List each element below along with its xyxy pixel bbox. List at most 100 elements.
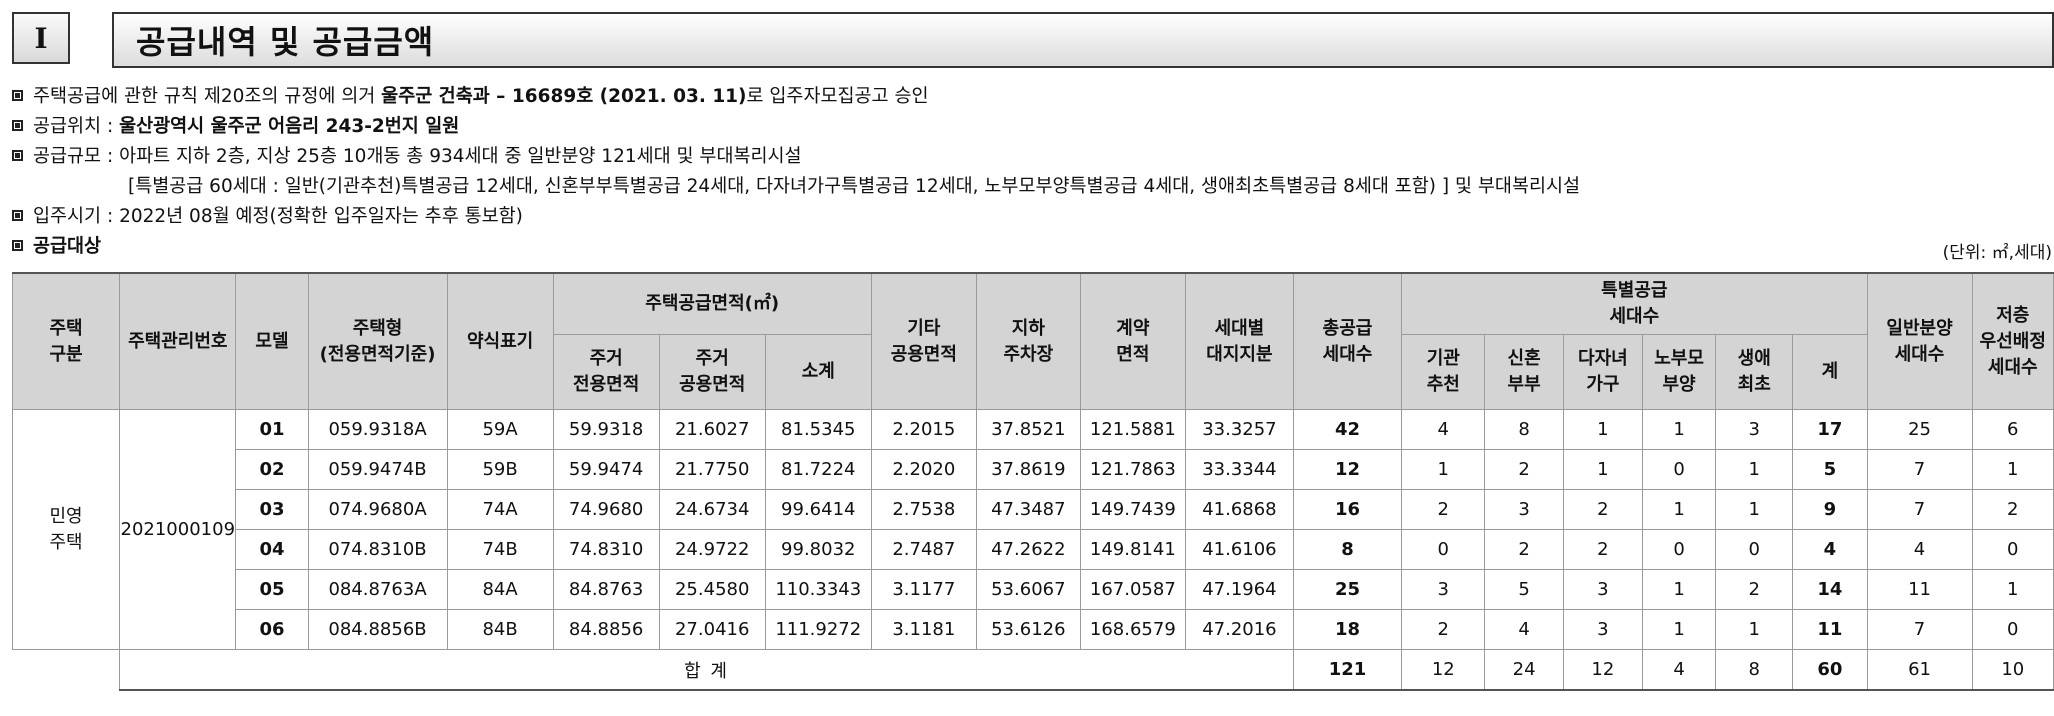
- cell-model: 01: [235, 409, 309, 450]
- total-special-sum: 60: [1792, 649, 1868, 691]
- cell-total-supply: 18: [1292, 609, 1403, 650]
- cell-housing-type: 074.9680A: [307, 489, 448, 530]
- total-general: 61: [1866, 649, 1973, 691]
- header-land-share: 세대별 대지지분: [1184, 272, 1294, 410]
- info-move-in: 입주시기 : 2022년 08월 예정(정확한 입주일자는 추후 통보함): [12, 206, 523, 228]
- cell-common: 25.4580: [658, 569, 766, 610]
- header-contract-area: 계약 면적: [1079, 272, 1186, 410]
- cell-general: 25: [1866, 409, 1973, 450]
- header-subtotal: 소계: [764, 334, 872, 410]
- header-total-supply: 총공급 세대수: [1292, 272, 1403, 410]
- cell-model: 05: [235, 569, 309, 610]
- cell-parking: 37.8619: [975, 449, 1081, 490]
- cell-exclusive: 74.8310: [552, 529, 660, 570]
- cell-multichild: 3: [1562, 569, 1644, 610]
- cell-subtotal: 81.5345: [764, 409, 872, 450]
- row-management-number: 2021000109: [119, 409, 237, 650]
- table-row: 민영 주택 2021000109 01 059.9318A 59A 59.931…: [11, 409, 2054, 650]
- cell-multichild: 2: [1562, 489, 1644, 530]
- total-first: 8: [1715, 649, 1794, 691]
- header-elderly: 노부모 부양: [1642, 334, 1717, 410]
- cell-exclusive: 59.9318: [552, 409, 660, 450]
- total-multichild: 12: [1562, 649, 1644, 691]
- header-underground-parking: 지하 주차장: [975, 272, 1081, 410]
- info-location: 공급위치 : 울산광역시 울주군 어음리 243-2번지 일원: [12, 116, 459, 138]
- total-elderly: 4: [1642, 649, 1717, 691]
- cell-abbrev: 74A: [446, 489, 554, 530]
- total-newlywed: 24: [1484, 649, 1564, 691]
- cell-subtotal: 99.8032: [764, 529, 872, 570]
- cell-land: 41.6106: [1184, 529, 1294, 570]
- cell-elderly: 1: [1642, 609, 1717, 650]
- cell-special-sum: 9: [1792, 489, 1868, 530]
- cell-abbrev: 59B: [446, 449, 554, 490]
- cell-exclusive: 84.8856: [552, 609, 660, 650]
- cell-other: 3.1181: [870, 609, 977, 650]
- cell-abbrev: 84A: [446, 569, 554, 610]
- cell-housing-type: 084.8856B: [307, 609, 448, 650]
- cell-special-sum: 4: [1792, 529, 1868, 570]
- cell-multichild: 3: [1562, 609, 1644, 650]
- cell-general: 11: [1866, 569, 1973, 610]
- table-row: 04 074.8310B 74B 74.8310 24.9722 99.8032…: [13, 529, 2054, 570]
- cell-agency: 2: [1401, 609, 1486, 650]
- header-common-area: 주거 공용면적: [658, 334, 766, 410]
- cell-parking: 37.8521: [975, 409, 1081, 450]
- cell-general: 4: [1866, 529, 1973, 570]
- cell-agency: 1: [1401, 449, 1486, 490]
- total-lowfloor: 10: [1971, 649, 2054, 691]
- table-row: 05 084.8763A 84A 84.8763 25.4580 110.334…: [13, 569, 2054, 610]
- cell-other: 2.7487: [870, 529, 977, 570]
- cell-special-sum: 5: [1792, 449, 1868, 490]
- cell-common: 21.6027: [658, 409, 766, 450]
- header-house-type: 주택 구분: [11, 272, 121, 410]
- cell-model: 04: [235, 529, 309, 570]
- cell-newlywed: 2: [1484, 529, 1564, 570]
- cell-elderly: 0: [1642, 449, 1717, 490]
- cell-contract: 149.8141: [1079, 529, 1186, 570]
- cell-lowfloor: 1: [1971, 449, 2054, 490]
- cell-lowfloor: 0: [1971, 529, 2054, 570]
- cell-model: 03: [235, 489, 309, 530]
- square-bullet-icon: [12, 90, 23, 101]
- cell-subtotal: 111.9272: [764, 609, 872, 650]
- cell-agency: 2: [1401, 489, 1486, 530]
- cell-contract: 149.7439: [1079, 489, 1186, 530]
- cell-elderly: 1: [1642, 489, 1717, 530]
- cell-contract: 167.0587: [1079, 569, 1186, 610]
- cell-first: 0: [1715, 529, 1794, 570]
- cell-total-supply: 16: [1292, 489, 1403, 530]
- cell-newlywed: 5: [1484, 569, 1564, 610]
- cell-elderly: 0: [1642, 529, 1717, 570]
- total-row: 합 계 121 12 24 12 4 8 60 61 10: [12, 649, 2054, 691]
- cell-land: 41.6868: [1184, 489, 1294, 530]
- cell-special-sum: 17: [1792, 409, 1868, 450]
- cell-total-supply: 25: [1292, 569, 1403, 610]
- cell-agency: 3: [1401, 569, 1486, 610]
- header-supply-area: 주택공급면적(㎡): [552, 272, 872, 335]
- cell-common: 24.9722: [658, 529, 766, 570]
- cell-total-supply: 42: [1292, 409, 1403, 450]
- cell-special-sum: 14: [1792, 569, 1868, 610]
- row-house-type: 민영 주택: [11, 409, 121, 650]
- cell-parking: 47.2622: [975, 529, 1081, 570]
- cell-elderly: 1: [1642, 569, 1717, 610]
- header-low-floor-priority: 저층 우선배정 세대수: [1971, 272, 2054, 410]
- cell-land: 33.3257: [1184, 409, 1294, 450]
- cell-elderly: 1: [1642, 409, 1717, 450]
- square-bullet-icon: [12, 240, 23, 251]
- cell-total-supply: 8: [1292, 529, 1403, 570]
- cell-first: 2: [1715, 569, 1794, 610]
- cell-subtotal: 99.6414: [764, 489, 872, 530]
- cell-subtotal: 110.3343: [764, 569, 872, 610]
- header-model: 모델: [235, 272, 309, 410]
- total-supply: 121: [1292, 649, 1403, 691]
- cell-lowfloor: 2: [1971, 489, 2054, 530]
- cell-general: 7: [1866, 449, 1973, 490]
- cell-contract: 168.6579: [1079, 609, 1186, 650]
- cell-multichild: 1: [1562, 449, 1644, 490]
- cell-model: 02: [235, 449, 309, 490]
- section-title: 공급내역 및 공급금액: [112, 12, 2054, 68]
- cell-other: 2.7538: [870, 489, 977, 530]
- cell-parking: 53.6067: [975, 569, 1081, 610]
